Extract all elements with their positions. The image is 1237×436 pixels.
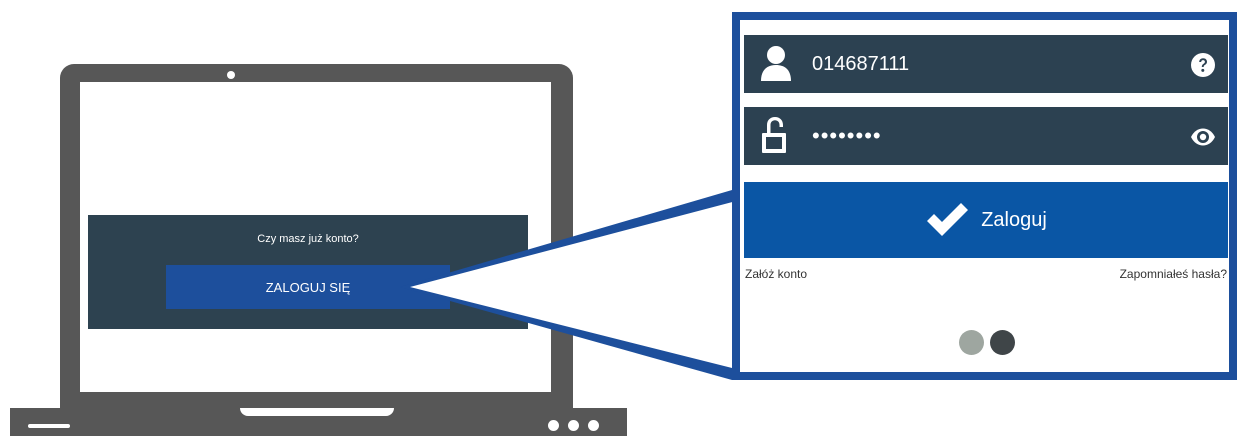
user-icon <box>761 46 791 81</box>
username-value: 014687111 <box>812 53 910 75</box>
checkmark-icon <box>927 203 969 236</box>
submit-login-label: Zaloguj <box>981 208 1047 231</box>
forgot-password-link[interactable]: Zapomniałeś hasła? <box>1120 267 1227 281</box>
password-field[interactable]: •••••••• <box>744 107 1228 165</box>
unlock-icon <box>762 117 786 153</box>
carousel-dot-active[interactable] <box>990 330 1015 355</box>
username-field[interactable]: 014687111 <box>744 35 1228 93</box>
help-icon[interactable] <box>1190 52 1216 78</box>
carousel-dot[interactable] <box>959 330 984 355</box>
eye-icon[interactable] <box>1190 124 1216 150</box>
register-link[interactable]: Załóż konto <box>745 267 807 281</box>
submit-login-button[interactable]: Zaloguj <box>744 182 1228 258</box>
password-value: •••••••• <box>812 123 882 148</box>
